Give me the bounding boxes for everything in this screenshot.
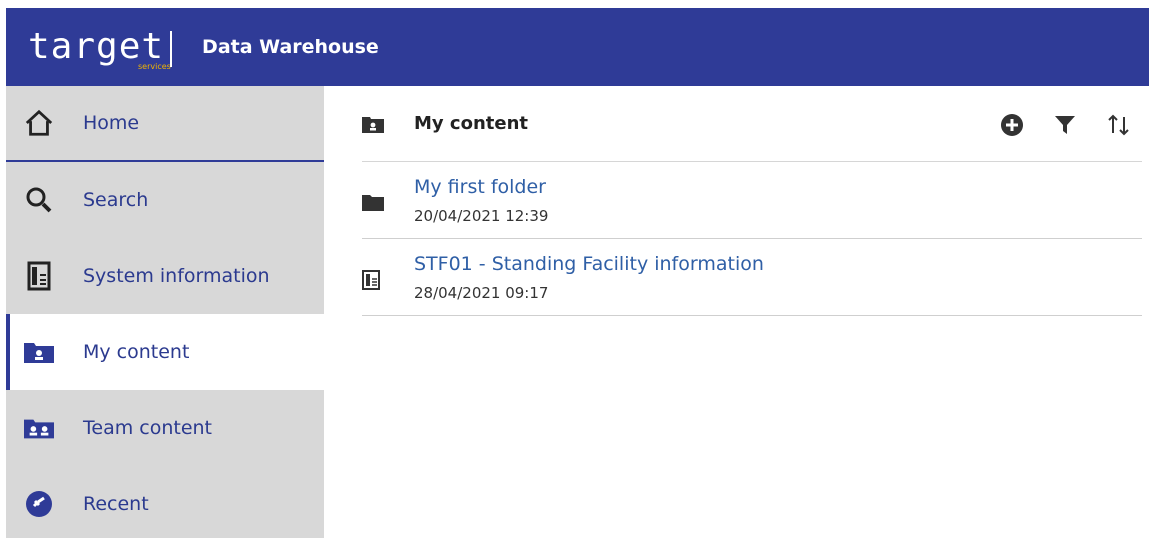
sidebar-item-label: My content	[83, 341, 190, 363]
main-content: My content My first folder 20/04/2021 12…	[362, 86, 1142, 316]
personal-folder-icon	[362, 116, 384, 138]
sidebar-item-label: System information	[83, 265, 270, 287]
app-title: Data Warehouse	[202, 36, 379, 58]
list-item[interactable]: My first folder 20/04/2021 12:39	[362, 162, 1142, 239]
filter-icon[interactable]	[1052, 112, 1078, 138]
sidebar-item-label: Search	[83, 189, 149, 211]
recent-icon	[24, 489, 54, 519]
home-icon	[24, 108, 54, 138]
content-header: My content	[362, 86, 1142, 162]
sidebar-item-recent[interactable]: Recent	[6, 466, 324, 542]
folder-icon	[362, 195, 384, 216]
sidebar-item-home[interactable]: Home	[6, 86, 324, 162]
sidebar-item-team-content[interactable]: Team content	[6, 390, 324, 466]
sidebar-item-label: Home	[83, 112, 140, 134]
logo-word: target	[28, 26, 165, 67]
sidebar: Home Search System information My conten…	[6, 86, 324, 538]
sidebar-item-system-information[interactable]: System information	[6, 238, 324, 314]
item-title[interactable]: My first folder	[414, 176, 546, 198]
list-item[interactable]: STF01 - Standing Facility information 28…	[362, 239, 1142, 316]
logo-sub: services	[138, 62, 171, 71]
sidebar-item-search[interactable]: Search	[6, 162, 324, 238]
page-title: My content	[414, 113, 528, 134]
report-icon	[362, 270, 380, 295]
team-folder-icon	[24, 413, 54, 443]
app-header: target services Data Warehouse	[6, 8, 1149, 86]
target-logo[interactable]: target services	[28, 26, 173, 71]
item-date: 20/04/2021 12:39	[414, 207, 549, 225]
sidebar-item-label: Recent	[83, 493, 149, 515]
sidebar-item-my-content[interactable]: My content	[6, 314, 324, 390]
item-date: 28/04/2021 09:17	[414, 284, 549, 302]
report-icon	[24, 261, 54, 291]
sort-icon[interactable]	[1106, 112, 1132, 138]
sidebar-item-label: Team content	[83, 417, 213, 439]
personal-folder-icon	[24, 337, 54, 367]
add-icon[interactable]	[999, 112, 1025, 138]
item-title[interactable]: STF01 - Standing Facility information	[414, 253, 764, 275]
search-icon	[24, 185, 54, 215]
